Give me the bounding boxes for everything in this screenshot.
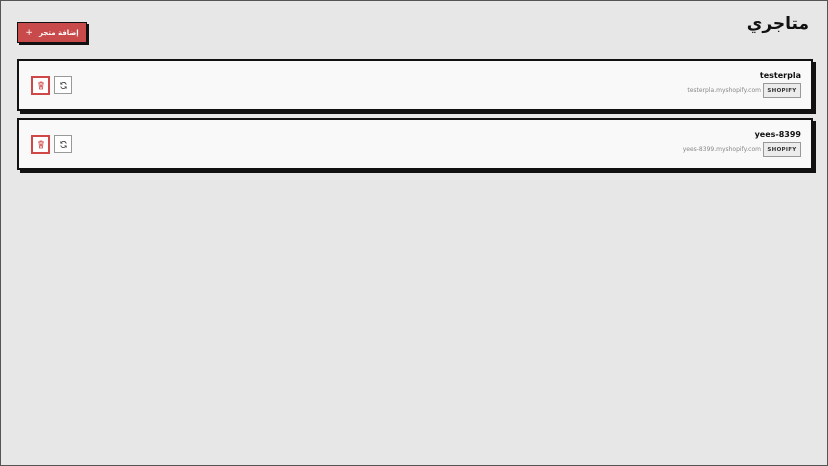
add-store-button[interactable]: إضافة متجر + — [17, 22, 87, 43]
plus-icon: + — [25, 27, 33, 38]
delete-store-button[interactable] — [31, 76, 50, 95]
store-name: testerpla — [759, 71, 801, 80]
store-name: yees-8399 — [754, 130, 801, 139]
add-store-label: إضافة متجر — [38, 28, 79, 37]
store-card: testerpla SHOPIFY testerpla.myshopify.co… — [17, 59, 813, 111]
app-frame: متاجري إضافة متجر + testerpla SHOPIFY te… — [0, 0, 828, 466]
store-domain: yees-8399.myshopify.com — [682, 146, 761, 153]
refresh-icon — [59, 81, 67, 89]
platform-badge: SHOPIFY — [763, 83, 801, 98]
store-domain: testerpla.myshopify.com — [687, 87, 761, 94]
refresh-icon — [59, 140, 67, 148]
refresh-store-button[interactable] — [54, 135, 72, 153]
trash-icon — [37, 81, 44, 90]
page-title: متاجري — [746, 14, 809, 34]
trash-icon — [37, 140, 44, 149]
delete-store-button[interactable] — [31, 135, 50, 154]
platform-badge: SHOPIFY — [763, 142, 801, 157]
refresh-store-button[interactable] — [54, 76, 72, 94]
store-card: yees-8399 SHOPIFY yees-8399.myshopify.co… — [17, 118, 813, 170]
